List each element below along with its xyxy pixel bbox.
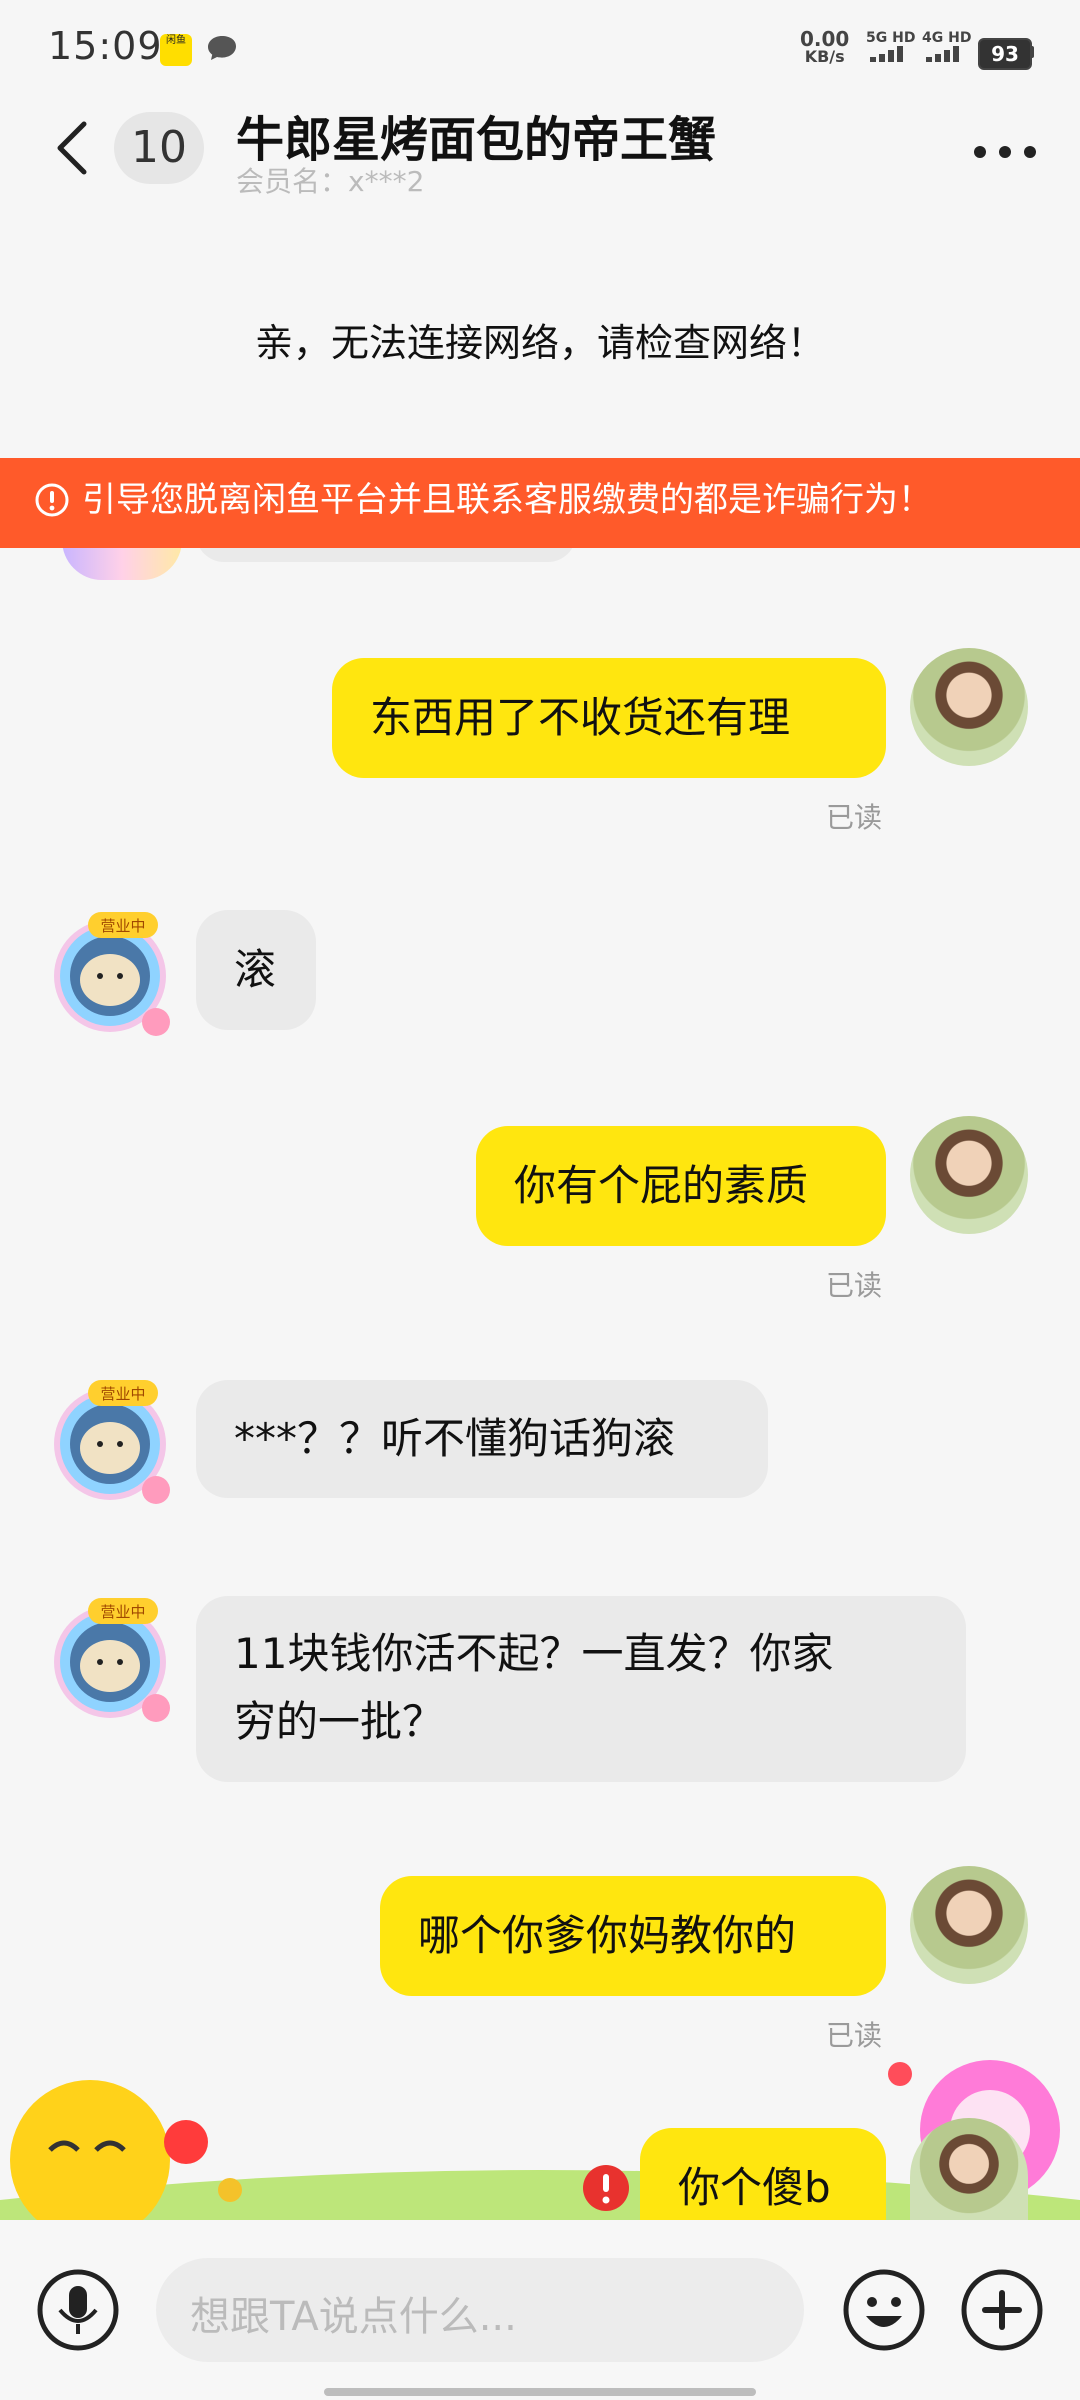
network-error-message: 亲，无法连接网络，请检查网络！ [254, 321, 825, 365]
signal-bars-icon [870, 46, 903, 62]
message-bubble-other[interactable]: ***？？听不懂狗话狗滚 [196, 1380, 768, 1498]
message-bubble-other[interactable]: 滚 [196, 910, 316, 1030]
message-bubble-self[interactable]: 东西用了不收货还有理 [332, 658, 886, 778]
emoji-icon[interactable] [842, 2268, 926, 2352]
signal-bars-icon [926, 46, 959, 62]
back-arrow-icon[interactable] [52, 118, 92, 178]
home-indicator[interactable] [324, 2388, 756, 2396]
signal-4g: 4G HD [922, 30, 971, 62]
member-name: 会员名：x***2 [236, 165, 425, 198]
warning-icon [35, 483, 69, 517]
open-badge-text: 营业中 [100, 1603, 145, 1621]
battery-indicator: 93 [978, 38, 1032, 70]
seller-avatar[interactable]: 营业中 [40, 1370, 180, 1510]
message-input-placeholder: 想跟TA说点什么... [190, 2294, 517, 2340]
message-bubble-other[interactable]: 11块钱你活不起？一直发？你家 穷的一批？ [196, 1596, 966, 1782]
message-bubble-self[interactable]: 哪个你爹你妈教你的 [380, 1876, 886, 1996]
unread-count-badge[interactable]: 10 [114, 112, 204, 184]
warning-text: 引导您脱离闲鱼平台并且联系客服缴费的都是诈骗行为！ [82, 480, 932, 520]
network-speed: 0.00 KB/s [800, 27, 850, 66]
read-status: 已读 [826, 2019, 883, 2052]
message-text: 你有个屁的素质 [514, 1161, 809, 1210]
open-badge-text: 营业中 [100, 1385, 145, 1403]
fraud-warning-banner[interactable]: 引导您脱离闲鱼平台并且联系客服缴费的都是诈骗行为！ [0, 458, 1080, 548]
self-avatar[interactable] [910, 1866, 1028, 1984]
read-status: 已读 [826, 1269, 883, 1302]
add-more-icon[interactable] [960, 2268, 1044, 2352]
message-notification-icon [208, 36, 236, 60]
message-text: ***？？听不懂狗话狗滚 [234, 1414, 676, 1463]
status-time: 15:09 [48, 24, 163, 68]
microphone-icon[interactable] [36, 2268, 120, 2352]
open-badge-text: 营业中 [100, 917, 145, 935]
message-text-line: 穷的一批？ [234, 1697, 445, 1746]
signal-5g: 5G HD [866, 30, 915, 62]
seller-avatar[interactable]: 营业中 [40, 1588, 180, 1728]
more-options-icon[interactable] [970, 132, 1040, 172]
message-bubble-self[interactable]: 你个傻b [640, 2128, 886, 2220]
message-text: 哪个你爹你妈教你的 [418, 1911, 797, 1960]
status-bar: 15:09 闲鱼 0.00 KB/s 5G HD 4G HD 93 [0, 0, 1080, 100]
battery-tip [1030, 46, 1034, 58]
message-text-line: 11块钱你活不起？一直发？你家 [234, 1629, 834, 1678]
self-avatar[interactable] [910, 648, 1028, 766]
read-status: 已读 [826, 801, 883, 834]
self-avatar[interactable] [910, 1116, 1028, 1234]
message-bubble-self[interactable]: 你有个屁的素质 [476, 1126, 886, 1246]
message-text: 滚 [234, 945, 277, 994]
message-text: 你个傻b [678, 2163, 831, 2212]
message-text: 东西用了不收货还有理 [370, 693, 791, 742]
seller-avatar[interactable]: 营业中 [40, 902, 180, 1042]
send-failed-icon[interactable] [582, 2164, 630, 2212]
xianyu-app-icon: 闲鱼 [160, 34, 192, 66]
